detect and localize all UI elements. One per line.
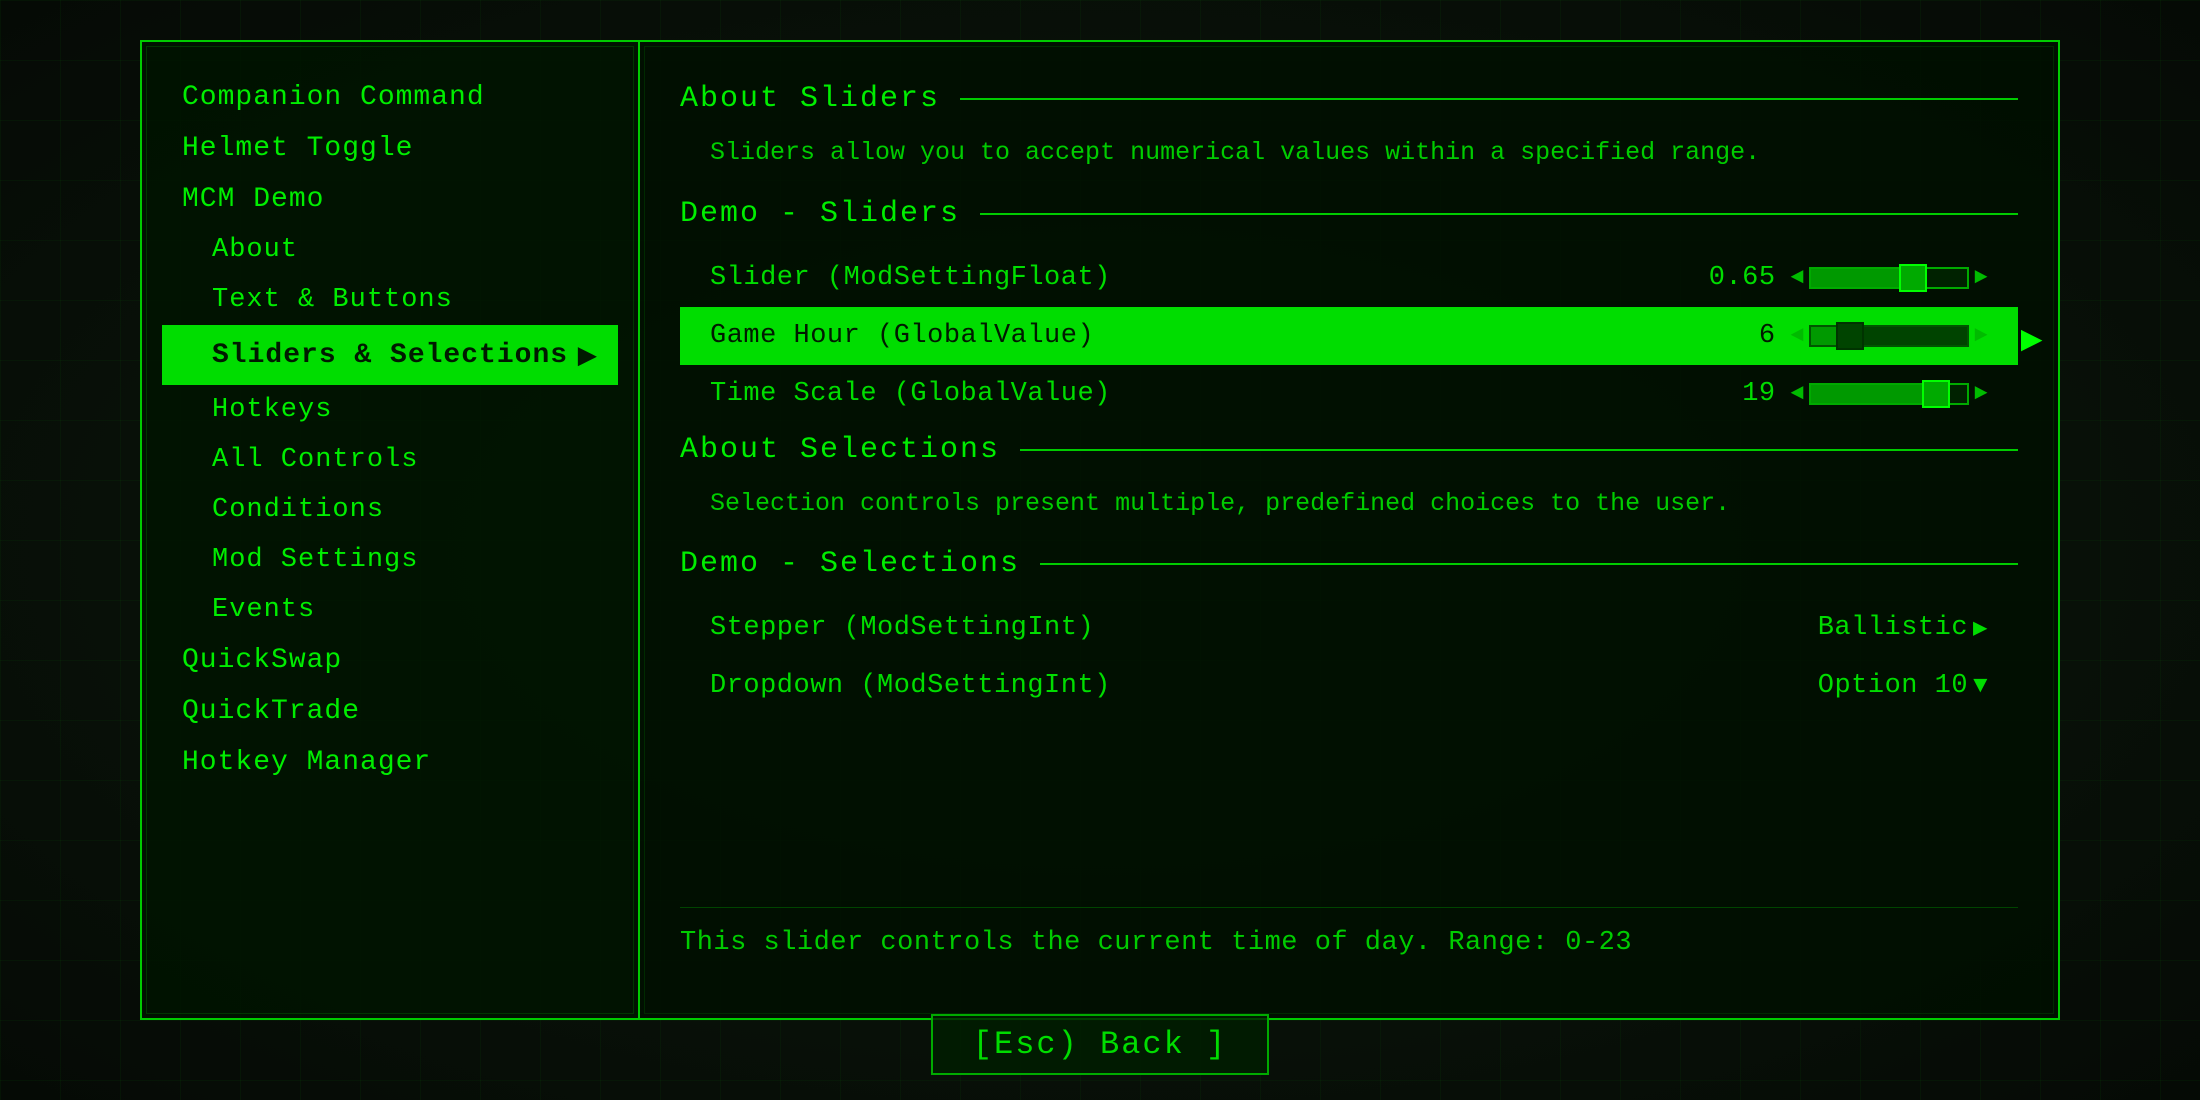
setting-label-time-scale: Time Scale (GlobalValue) <box>710 379 1716 409</box>
slider-control-slider-float[interactable]: ◄► <box>1791 265 1988 290</box>
left-panel: Companion CommandHelmet ToggleMCM DemoAb… <box>140 40 640 1020</box>
stepper-value-stepper: Ballistic <box>1818 613 1968 643</box>
slider-control-time-scale[interactable]: ◄► <box>1791 381 1988 406</box>
slider-control-game-hour[interactable]: ◄► <box>1791 323 1988 348</box>
slider-right-arrow-icon[interactable]: ► <box>1974 323 1988 348</box>
section-divider-about-sliders <box>960 98 2018 100</box>
section-header-about-selections: About Selections <box>680 433 2018 467</box>
bottom-bar: [Esc) Back ] <box>0 1014 2200 1075</box>
sidebar-item-hotkeys[interactable]: Hotkeys <box>162 385 618 435</box>
dropdown-control-dropdown[interactable]: Option 10▼ <box>1818 671 1988 701</box>
tooltip-text: This slider controls the current time of… <box>680 928 1632 958</box>
slider-left-arrow-icon[interactable]: ◄ <box>1791 323 1805 348</box>
setting-row-time-scale[interactable]: Time Scale (GlobalValue)19◄► <box>680 365 2018 423</box>
slider-track-time-scale[interactable] <box>1809 383 1969 405</box>
stepper-control-stepper[interactable]: Ballistic▶ <box>1818 613 1988 643</box>
setting-value-time-scale: 19 <box>1716 379 1776 409</box>
slider-fill-slider-float <box>1811 269 1912 287</box>
back-label: [Esc) Back ] <box>973 1026 1227 1063</box>
sidebar-item-companion-command[interactable]: Companion Command <box>162 72 618 123</box>
sidebar-item-mod-settings[interactable]: Mod Settings <box>162 535 618 585</box>
setting-label-stepper: Stepper (ModSettingInt) <box>710 613 1818 643</box>
chevron-right-icon: ▶ <box>578 335 598 375</box>
sidebar-item-conditions[interactable]: Conditions <box>162 485 618 535</box>
setting-row-stepper[interactable]: Stepper (ModSettingInt)Ballistic▶ <box>680 599 2018 657</box>
setting-row-dropdown[interactable]: Dropdown (ModSettingInt)Option 10▼ <box>680 657 2018 715</box>
stepper-arrow-icon[interactable]: ▶ <box>1973 613 1988 643</box>
slider-track-game-hour[interactable] <box>1809 325 1969 347</box>
setting-value-slider-float: 0.65 <box>1709 263 1776 293</box>
dropdown-value-dropdown: Option 10 <box>1818 671 1968 701</box>
back-button[interactable]: [Esc) Back ] <box>931 1014 1269 1075</box>
sidebar-item-quickswap[interactable]: QuickSwap <box>162 635 618 686</box>
slider-thumb-slider-float <box>1899 264 1927 292</box>
slider-left-arrow-icon[interactable]: ◄ <box>1791 381 1805 406</box>
section-desc-about-selections: Selection controls present multiple, pre… <box>680 485 2018 523</box>
section-title-about-selections: About Selections <box>680 433 1000 467</box>
setting-row-slider-float[interactable]: Slider (ModSettingFloat)0.65◄► <box>680 249 2018 307</box>
cursor-arrow-icon: ▶ <box>2021 318 2043 361</box>
slider-right-arrow-icon[interactable]: ► <box>1974 381 1988 406</box>
slider-fill-time-scale <box>1811 385 1936 403</box>
section-divider-demo-sliders <box>980 213 2018 215</box>
sidebar-item-about[interactable]: About <box>162 225 618 275</box>
sidebar-item-all-controls[interactable]: All Controls <box>162 435 618 485</box>
setting-label-game-hour: Game Hour (GlobalValue) <box>710 321 1716 351</box>
main-container: Companion CommandHelmet ToggleMCM DemoAb… <box>140 40 2060 1020</box>
section-title-demo-selections: Demo - Selections <box>680 547 1020 581</box>
slider-left-arrow-icon[interactable]: ◄ <box>1791 265 1805 290</box>
slider-track-slider-float[interactable] <box>1809 267 1969 289</box>
slider-thumb-game-hour <box>1836 322 1864 350</box>
setting-row-game-hour[interactable]: Game Hour (GlobalValue)6◄►▶ <box>680 307 2018 365</box>
tooltip-bar: This slider controls the current time of… <box>680 907 2018 958</box>
nav-list: Companion CommandHelmet ToggleMCM DemoAb… <box>162 72 618 788</box>
section-title-about-sliders: About Sliders <box>680 82 940 116</box>
section-header-demo-sliders: Demo - Sliders <box>680 197 2018 231</box>
section-divider-about-selections <box>1020 449 2018 451</box>
section-divider-demo-selections <box>1040 563 2018 565</box>
slider-thumb-time-scale <box>1922 380 1950 408</box>
section-header-demo-selections: Demo - Selections <box>680 547 2018 581</box>
sidebar-item-label: Sliders & Selections <box>212 340 568 371</box>
dropdown-arrow-icon[interactable]: ▼ <box>1973 673 1988 700</box>
sidebar-item-quicktrade[interactable]: QuickTrade <box>162 686 618 737</box>
sidebar-item-hotkey-manager[interactable]: Hotkey Manager <box>162 737 618 788</box>
section-header-about-sliders: About Sliders <box>680 82 2018 116</box>
setting-label-dropdown: Dropdown (ModSettingInt) <box>710 671 1818 701</box>
right-panel: About Sliders Sliders allow you to accept… <box>640 40 2060 1020</box>
section-desc-about-sliders: Sliders allow you to accept numerical va… <box>680 134 2018 172</box>
setting-value-game-hour: 6 <box>1716 321 1776 351</box>
sidebar-item-sliders-selections[interactable]: Sliders & Selections ▶ <box>162 325 618 385</box>
sidebar-item-events[interactable]: Events <box>162 585 618 635</box>
sidebar-item-mcm-demo[interactable]: MCM Demo <box>162 174 618 225</box>
sidebar-item-text-buttons[interactable]: Text & Buttons <box>162 275 618 325</box>
content-area: About Sliders Sliders allow you to accept… <box>680 82 2018 715</box>
slider-right-arrow-icon[interactable]: ► <box>1974 265 1988 290</box>
sidebar-item-helmet-toggle[interactable]: Helmet Toggle <box>162 123 618 174</box>
setting-label-slider-float: Slider (ModSettingFloat) <box>710 263 1709 293</box>
section-title-demo-sliders: Demo - Sliders <box>680 197 960 231</box>
